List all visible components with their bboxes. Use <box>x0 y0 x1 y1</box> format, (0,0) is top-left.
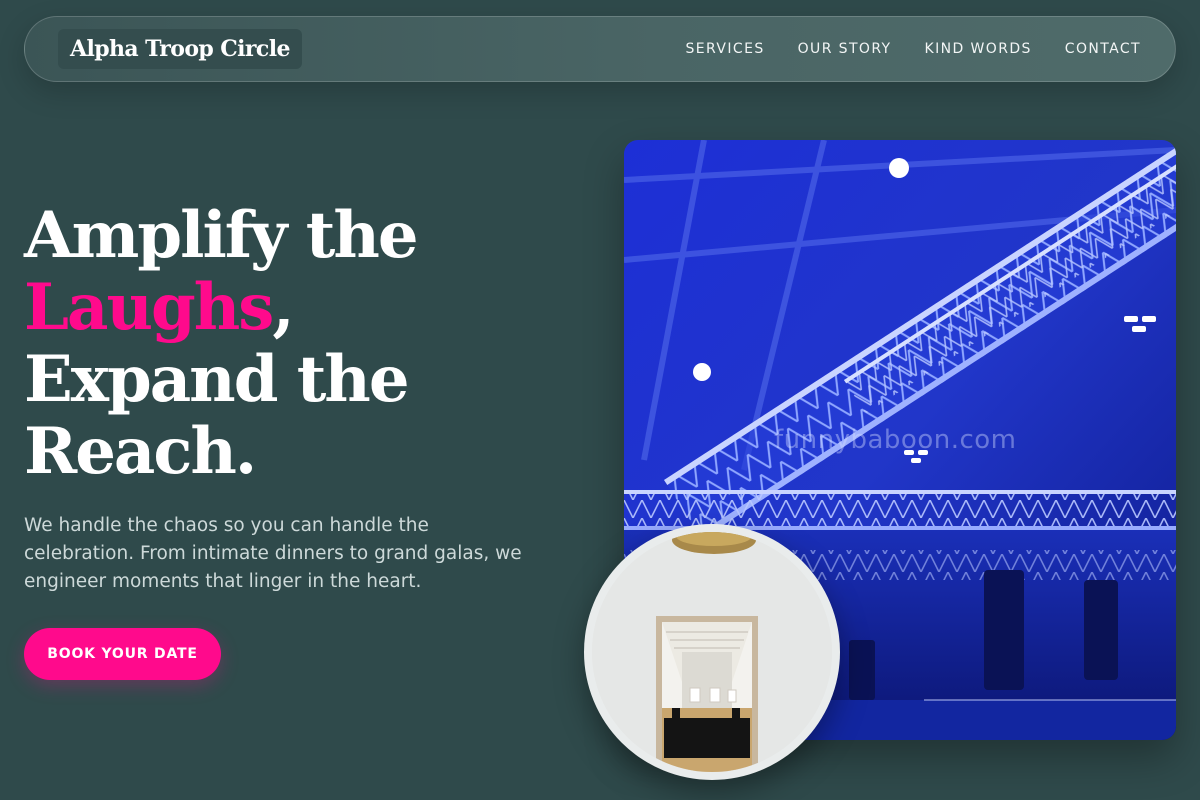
headline-line-2: Laughs, <box>24 272 417 344</box>
brand-logo[interactable]: Alpha Troop Circle <box>58 29 302 69</box>
book-your-date-button[interactable]: BOOK YOUR DATE <box>24 628 221 680</box>
hero-subtext: We handle the chaos so you can handle th… <box>24 515 522 592</box>
hero-headline: Amplify the Laughs, Expand the Reach. <box>24 198 419 489</box>
nav-link-contact[interactable]: CONTACT <box>1065 41 1141 57</box>
image-watermark: funnybaboon.com <box>774 425 1017 455</box>
headline-accent-word: Laughs <box>24 270 274 345</box>
headline-line-1: Amplify the <box>24 198 419 273</box>
nav-link-kind-words[interactable]: KIND WORDS <box>925 41 1032 57</box>
headline-line-3: Expand the <box>24 342 410 417</box>
nav-link-our-story[interactable]: OUR STORY <box>798 41 892 57</box>
nav-links: SERVICES OUR STORY KIND WORDS CONTACT <box>686 17 1141 81</box>
inset-image-frame <box>584 524 840 780</box>
inset-image-gallery-doorway <box>592 532 832 772</box>
doorway-illustration <box>592 532 832 772</box>
top-navbar: Alpha Troop Circle SERVICES OUR STORY KI… <box>24 16 1176 82</box>
nav-link-services[interactable]: SERVICES <box>686 41 765 57</box>
headline-line-4: Reach. <box>24 414 257 489</box>
headline-comma: , <box>272 270 294 345</box>
